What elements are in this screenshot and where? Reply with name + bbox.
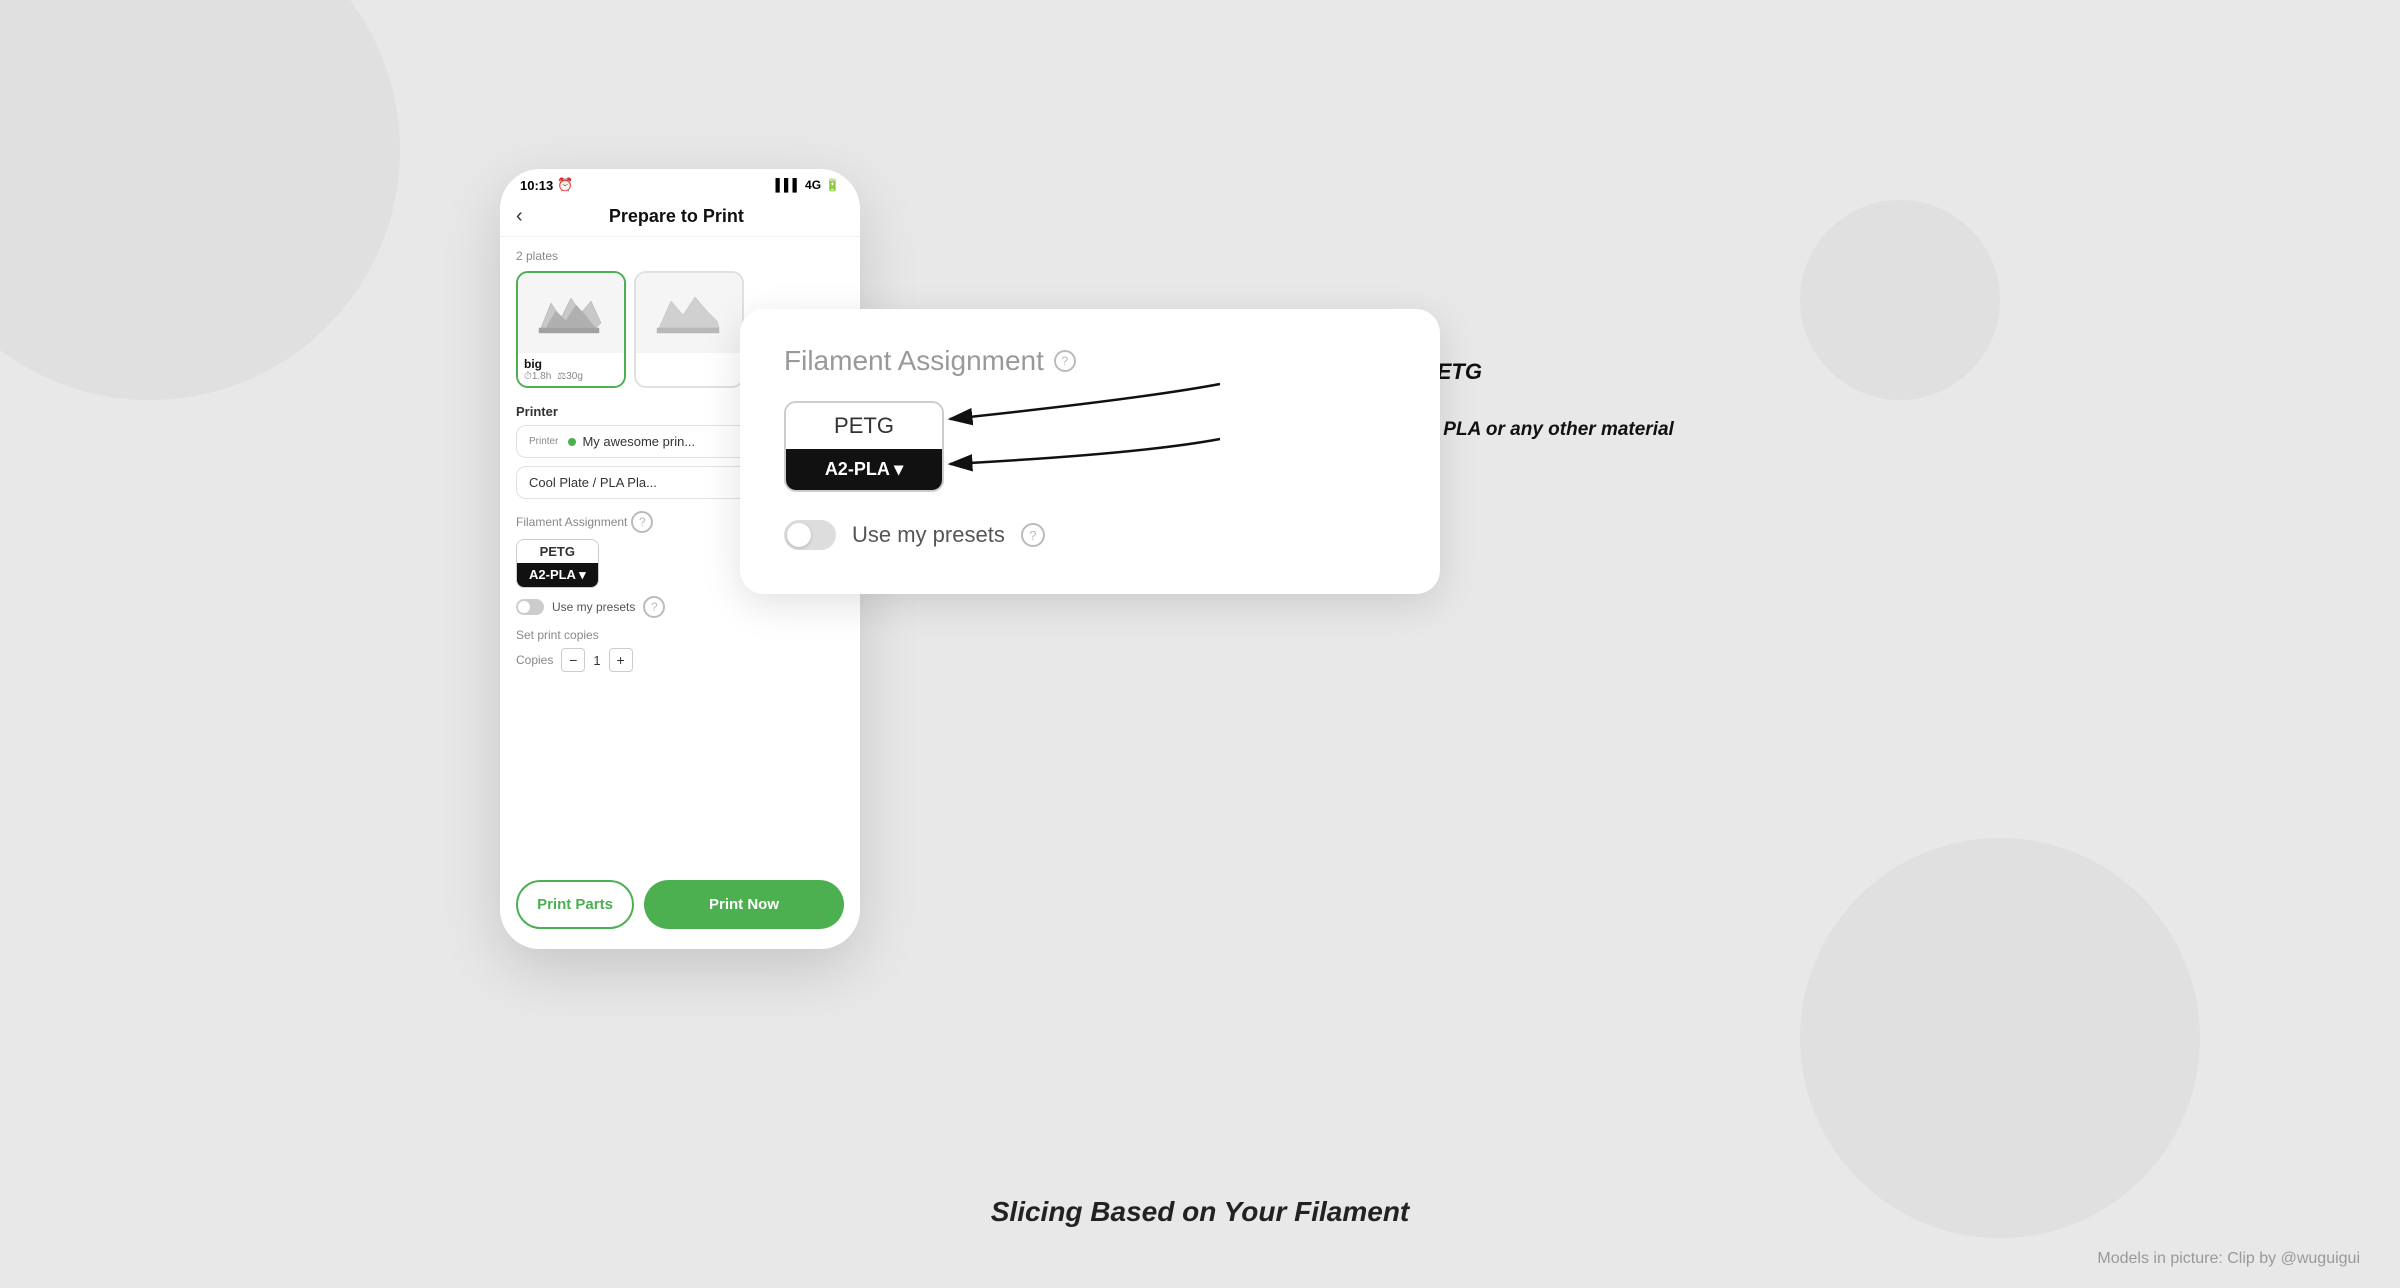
- popup-filament-selector[interactable]: PETG A2-PLA ▾: [784, 401, 944, 492]
- model-svg-2: [649, 283, 729, 343]
- attribution-text: Models in picture: Clip by @wuguigui: [2097, 1250, 2360, 1268]
- network-label: 4G: [805, 178, 821, 192]
- copies-row: Copies − 1 +: [516, 648, 844, 672]
- phone-bottom-bar: Print Parts Print Now: [500, 870, 860, 949]
- bottom-slogan: Slicing Based on Your Filament: [991, 1196, 1410, 1228]
- filament-petg-label: PETG: [517, 540, 598, 563]
- copies-plus-button[interactable]: +: [609, 648, 633, 672]
- printer-status-dot: [568, 438, 576, 446]
- time-display: 10:13: [520, 178, 553, 193]
- status-time: 10:13 ⏰: [520, 177, 573, 193]
- plate-card-1[interactable]: big ⏱1.8h ⚖30g: [516, 271, 626, 388]
- popup-help-icon[interactable]: ?: [1054, 350, 1076, 372]
- status-icons: ▌▌▌ 4G 🔋: [776, 178, 840, 192]
- popup-title-text: Filament Assignment: [784, 345, 1044, 377]
- filament-assignment-popup: Filament Assignment ? PETG A2-PLA ▾ Use …: [740, 309, 1440, 594]
- filament-a2pla-label[interactable]: A2-PLA ▾: [517, 563, 598, 587]
- plates-label: 2 plates: [516, 249, 844, 263]
- plate-info-2: [636, 353, 742, 375]
- plate-name-2: [642, 357, 736, 371]
- bg-decoration-1: [0, 0, 400, 400]
- page-title: Prepare to Print: [539, 206, 814, 227]
- battery-icon: 🔋: [825, 178, 840, 192]
- copies-quantity: 1: [593, 653, 600, 668]
- printer-name: My awesome prin...: [582, 434, 695, 449]
- copies-section: Set print copies: [516, 628, 844, 642]
- presets-row: Use my presets ?: [516, 596, 844, 618]
- filament-help-icon[interactable]: ?: [631, 511, 653, 533]
- print-now-button[interactable]: Print Now: [644, 880, 844, 929]
- copies-minus-button[interactable]: −: [561, 648, 585, 672]
- presets-help-icon[interactable]: ?: [643, 596, 665, 618]
- copies-sub-label: Copies: [516, 653, 553, 667]
- plate-info-1: big ⏱1.8h ⚖30g: [518, 353, 624, 386]
- popup-title: Filament Assignment ?: [784, 345, 1396, 377]
- signal-icon: ▌▌▌: [776, 178, 802, 192]
- plate-card-2[interactable]: [634, 271, 744, 388]
- copies-label: Set print copies: [516, 628, 599, 642]
- filament-label-text: Filament Assignment: [516, 515, 627, 529]
- cool-plate-label: Cool Plate / PLA Pla...: [529, 475, 657, 490]
- popup-petg-label: PETG: [786, 403, 942, 449]
- presets-toggle[interactable]: [516, 599, 544, 615]
- popup-presets-row: Use my presets ?: [784, 520, 1396, 550]
- popup-a2pla-label[interactable]: A2-PLA ▾: [786, 449, 942, 490]
- printer-sub-label: Printer: [529, 436, 558, 447]
- plate-weight-1: ⚖30g: [557, 371, 583, 382]
- main-container: 10:13 ⏰ ▌▌▌ 4G 🔋 ‹ Prepare to Print 2 pl…: [500, 169, 1900, 1119]
- popup-presets-toggle[interactable]: [784, 520, 836, 550]
- alarm-icon: ⏰: [557, 177, 573, 193]
- back-button[interactable]: ‹: [516, 205, 523, 228]
- model-svg-1: [531, 283, 611, 343]
- status-bar: 10:13 ⏰ ▌▌▌ 4G 🔋: [500, 169, 860, 201]
- popup-presets-help-icon[interactable]: ?: [1021, 523, 1045, 547]
- plate-name-1: big: [524, 357, 618, 371]
- plate-time-1: ⏱1.8h: [524, 371, 551, 382]
- phone-header: ‹ Prepare to Print: [500, 201, 860, 237]
- popup-presets-label: Use my presets: [852, 522, 1005, 548]
- plate-meta-1: ⏱1.8h ⚖30g: [524, 371, 618, 382]
- filament-box[interactable]: PETG A2-PLA ▾: [516, 539, 599, 588]
- plate-image-1: [518, 273, 624, 353]
- presets-label: Use my presets: [552, 600, 635, 614]
- print-parts-button[interactable]: Print Parts: [516, 880, 634, 929]
- plate-image-2: [636, 273, 742, 353]
